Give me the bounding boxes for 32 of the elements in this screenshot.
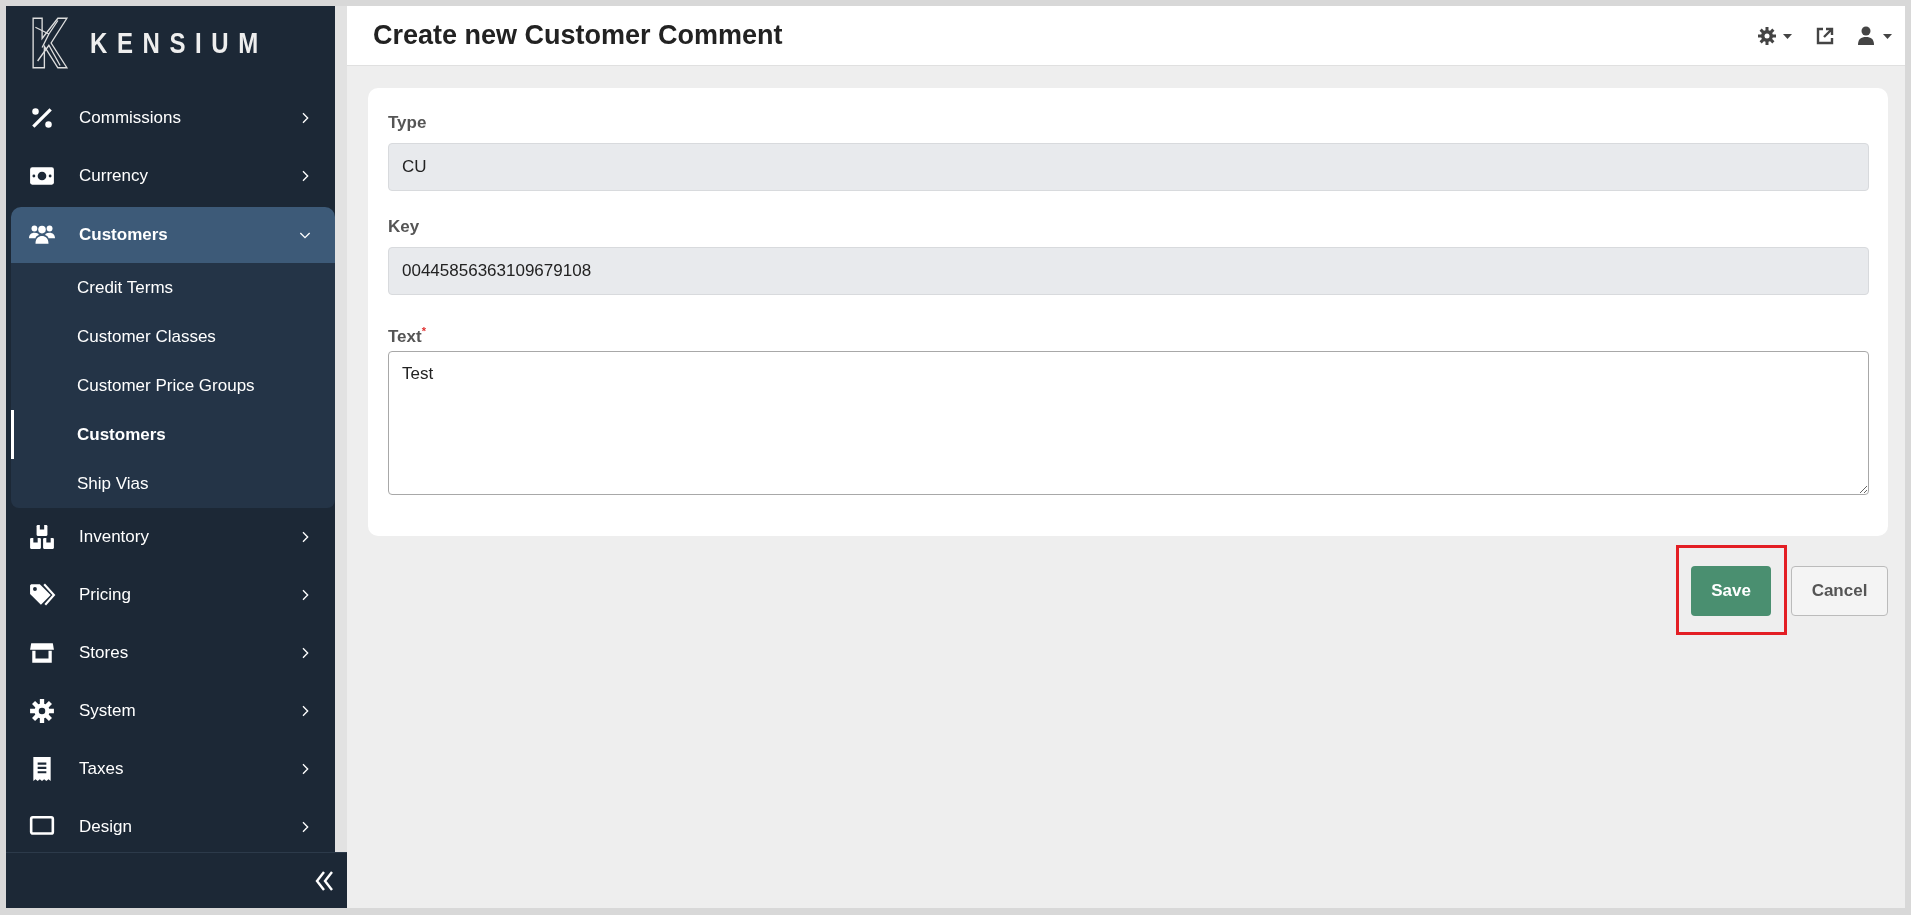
field-label: Text$^{*}$ (388, 324, 427, 342)
logo-text: KENSIUM (90, 26, 268, 60)
sidebar-item[interactable]: Inventory (11, 508, 335, 566)
sidebar-subitem[interactable]: Customers (11, 410, 335, 459)
settings-icon (27, 698, 57, 724)
input-field[interactable]: CU (388, 143, 1869, 191)
sidebar-item[interactable]: System (11, 682, 335, 740)
page-title: Create new Customer Comment (373, 20, 784, 51)
sidebar-item[interactable]: Taxes (11, 740, 335, 798)
settings-icon[interactable] (1757, 25, 1793, 46)
store-icon (27, 640, 57, 666)
sidebar-subitem[interactable]: Ship Vias (11, 459, 335, 508)
sidebar-subitem[interactable]: Credit Terms (11, 263, 335, 312)
input-field[interactable]: 00445856363109679108 (388, 247, 1869, 295)
field-label: Type (388, 112, 428, 134)
sidebar-item[interactable]: Customers (11, 207, 335, 263)
text-area[interactable]: Test (388, 351, 1869, 495)
sidebar-item[interactable]: Design (11, 798, 335, 852)
external-link-icon[interactable] (1815, 25, 1835, 46)
field-label: Key (388, 216, 421, 238)
sidebar-subitem[interactable]: Customer Price Groups (11, 361, 335, 410)
user-icon[interactable] (1857, 25, 1893, 46)
sidebar-item[interactable]: Pricing (11, 566, 335, 624)
logo-icon (30, 16, 70, 70)
save-button[interactable]: Save (1691, 566, 1771, 616)
boxes-icon (27, 524, 57, 550)
sidebar-item[interactable]: Stores (11, 624, 335, 682)
cancel-button[interactable]: Cancel (1791, 566, 1888, 616)
tags-icon (27, 582, 57, 608)
sidebar-item[interactable]: Currency (11, 147, 335, 205)
sidebar-subitem[interactable]: Customer Classes (11, 312, 335, 361)
sidebar-item[interactable]: Commissions (11, 89, 335, 147)
